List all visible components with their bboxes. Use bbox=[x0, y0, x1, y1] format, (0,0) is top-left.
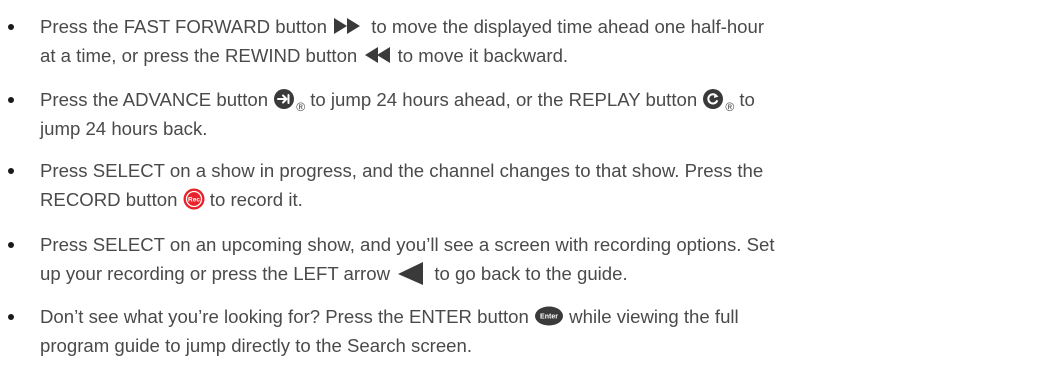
enter-icon-label: Enter bbox=[540, 314, 558, 321]
item-text-segment: to jump 24 hours ahead, or the REPLAY bu… bbox=[305, 89, 703, 110]
list-item-text: Press SELECT on a show in progress, and … bbox=[40, 156, 1040, 214]
item-text-segment: Press the FAST FORWARD button bbox=[40, 16, 333, 37]
item-text-segment: to move the displayed time ahead one hal… bbox=[366, 16, 765, 37]
bullet bbox=[8, 168, 14, 174]
item-text-segment: Press the ADVANCE button bbox=[40, 89, 274, 110]
item-text-segment: to move it backward. bbox=[392, 45, 569, 66]
item-text-segment: Don’t see what you’re looking for? Press… bbox=[40, 306, 535, 327]
item-text-segment: Press SELECT on a show in progress, and … bbox=[40, 160, 764, 181]
list-item-text: Don’t see what you’re looking for? Press… bbox=[40, 302, 1040, 360]
item-text-segment: program guide to jump directly to the Se… bbox=[40, 335, 473, 356]
list-item-text: Press SELECT on an upcoming show, and yo… bbox=[40, 230, 1040, 288]
list-item-text: Press the FAST FORWARD button to move th… bbox=[40, 12, 1040, 70]
item-text-segment: to bbox=[734, 89, 755, 110]
item-text-segment: up your recording or press the LEFT arro… bbox=[40, 263, 396, 284]
registered-mark: ® bbox=[296, 100, 306, 114]
record-icon-label: Rec bbox=[188, 197, 200, 204]
bullet bbox=[8, 24, 14, 30]
advance-icon bbox=[273, 88, 295, 110]
list-item-text: Press the ADVANCE button ® to jump 24 ho… bbox=[40, 85, 1040, 143]
bullet bbox=[8, 97, 14, 103]
item-text-segment: at a time, or press the REWIND button bbox=[40, 45, 363, 66]
item-text-segment: jump 24 hours back. bbox=[40, 118, 208, 139]
rewind-icon bbox=[362, 45, 392, 65]
replay-icon bbox=[702, 88, 724, 110]
item-text-segment: RECORD button bbox=[40, 189, 183, 210]
left-arrow-icon bbox=[395, 260, 429, 286]
record-icon: Rec bbox=[183, 188, 205, 210]
registered-mark: ® bbox=[725, 100, 735, 114]
bullet bbox=[8, 242, 14, 248]
bullet bbox=[8, 314, 14, 320]
item-text-segment: to go back to the guide. bbox=[429, 263, 628, 284]
item-text-segment: while viewing the full bbox=[564, 306, 739, 327]
enter-icon: Enter bbox=[534, 306, 564, 326]
item-text-segment: to record it. bbox=[204, 189, 303, 210]
item-text-segment: Press SELECT on an upcoming show, and yo… bbox=[40, 234, 775, 255]
fast-forward-icon bbox=[332, 16, 366, 36]
